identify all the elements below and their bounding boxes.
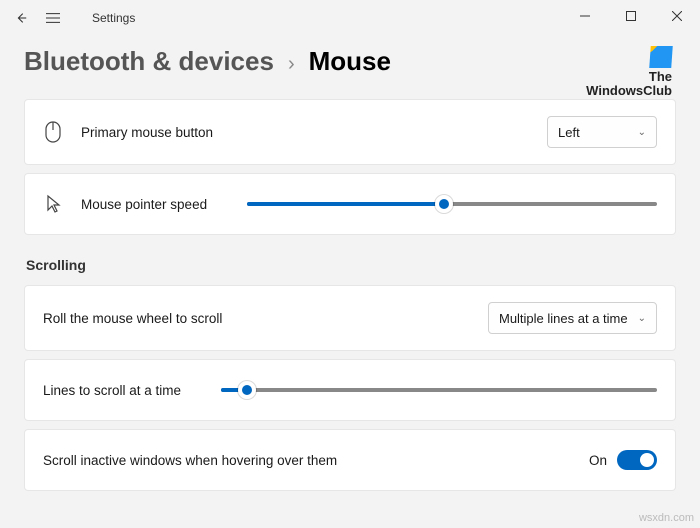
roll-wheel-row: Roll the mouse wheel to scroll Multiple … <box>24 285 676 351</box>
primary-mouse-button-select[interactable]: Left ⌄ <box>547 116 657 148</box>
breadcrumb-parent[interactable]: Bluetooth & devices <box>24 46 274 77</box>
window-title: Settings <box>92 11 135 25</box>
watermark: wsxdn.com <box>639 512 694 524</box>
mouse-icon <box>43 121 63 143</box>
back-icon[interactable] <box>14 11 28 25</box>
scroll-inactive-state: On <box>589 453 607 468</box>
mouse-pointer-speed-label: Mouse pointer speed <box>81 197 207 212</box>
minimize-button[interactable] <box>562 0 608 32</box>
chevron-down-icon: ⌄ <box>638 127 646 138</box>
scroll-inactive-toggle[interactable] <box>617 450 657 470</box>
primary-mouse-button-label: Primary mouse button <box>81 125 213 140</box>
scroll-inactive-label: Scroll inactive windows when hovering ov… <box>43 453 337 468</box>
mouse-pointer-speed-row: Mouse pointer speed <box>24 173 676 235</box>
brand-logo: TheWindowsClub <box>586 46 672 99</box>
cursor-icon <box>43 194 63 214</box>
primary-mouse-button-row: Primary mouse button Left ⌄ <box>24 99 676 165</box>
page-title: Mouse <box>309 46 391 77</box>
chevron-down-icon: ⌄ <box>638 313 646 324</box>
close-button[interactable] <box>654 0 700 32</box>
lines-to-scroll-label: Lines to scroll at a time <box>43 383 181 398</box>
lines-to-scroll-row: Lines to scroll at a time <box>24 359 676 421</box>
scrolling-section-header: Scrolling <box>26 257 676 273</box>
chevron-right-icon: › <box>288 53 295 76</box>
menu-icon[interactable] <box>46 11 60 25</box>
mouse-pointer-speed-slider[interactable] <box>247 202 657 206</box>
lines-to-scroll-slider[interactable] <box>221 388 657 392</box>
breadcrumb: Bluetooth & devices › Mouse <box>24 46 676 77</box>
roll-wheel-select[interactable]: Multiple lines at a time ⌄ <box>488 302 657 334</box>
roll-wheel-label: Roll the mouse wheel to scroll <box>43 311 222 326</box>
scroll-inactive-row: Scroll inactive windows when hovering ov… <box>24 429 676 491</box>
maximize-button[interactable] <box>608 0 654 32</box>
